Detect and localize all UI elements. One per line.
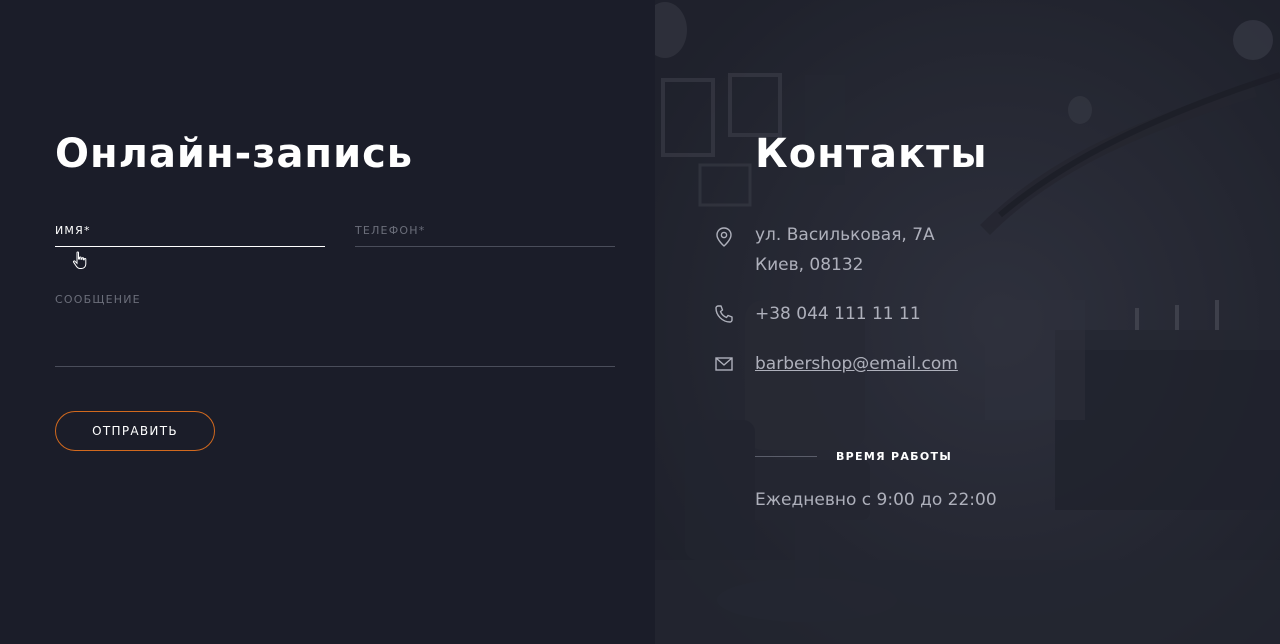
phone-link[interactable]: +38 044 111 11 11	[755, 299, 921, 329]
location-pin-icon	[716, 227, 732, 247]
hours-text: Ежедневно с 9:00 до 22:00	[755, 490, 997, 510]
phone-field[interactable]: ТЕЛЕФОН*	[355, 218, 615, 247]
booking-title: Онлайн-запись	[55, 131, 414, 177]
name-underline	[55, 246, 325, 247]
hours-title: ВРЕМЯ РАБОТЫ	[836, 450, 953, 463]
address-block: ул. Васильковая, 7А Киев, 08132	[716, 220, 935, 280]
booking-section: Онлайн-запись ИМЯ* ТЕЛЕФОН* СООБЩЕНИЕ ОТ…	[0, 0, 655, 644]
contacts-section: Контакты ул. Васильковая, 7А Киев, 08132…	[655, 0, 1280, 644]
barbershop-background-image	[655, 0, 1280, 644]
contacts-title: Контакты	[755, 131, 988, 177]
hours-divider	[755, 456, 817, 457]
address-line-2: Киев, 08132	[755, 255, 864, 275]
submit-button[interactable]: ОТПРАВИТЬ	[55, 411, 215, 451]
message-textarea[interactable]	[55, 313, 615, 365]
hand-cursor-icon	[72, 251, 87, 269]
phone-input[interactable]	[355, 218, 615, 246]
mail-icon	[715, 357, 733, 371]
name-field[interactable]: ИМЯ*	[55, 218, 325, 247]
address-line-1: ул. Васильковая, 7А	[755, 225, 935, 245]
email-block: barbershop@email.com	[715, 349, 958, 379]
phone-icon	[715, 305, 733, 323]
message-label: СООБЩЕНИЕ	[55, 293, 141, 306]
phone-underline	[355, 246, 615, 247]
message-underline	[55, 366, 615, 367]
phone-block: +38 044 111 11 11	[715, 299, 921, 329]
name-input[interactable]	[55, 218, 325, 246]
email-link[interactable]: barbershop@email.com	[755, 349, 958, 379]
message-field[interactable]: СООБЩЕНИЕ	[55, 287, 615, 367]
